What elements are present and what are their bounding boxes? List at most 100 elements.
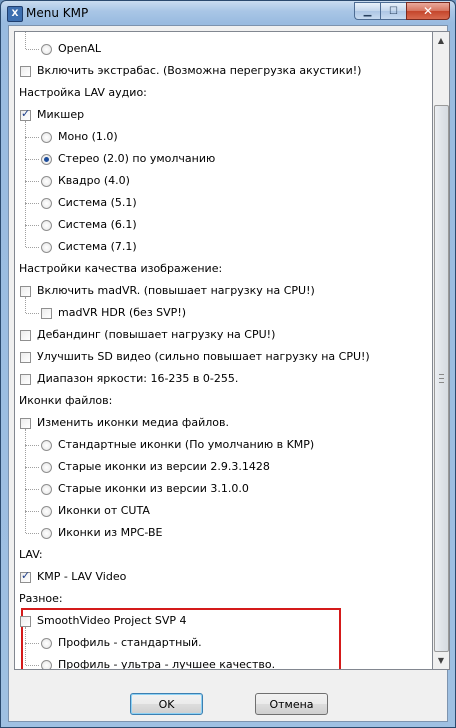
radio-button-icon[interactable] [41,461,52,473]
checkbox-icon[interactable] [20,107,31,121]
maximize-button[interactable]: ☐ [380,2,406,20]
scroll-up-arrow-icon[interactable]: ▲ [433,32,449,49]
checkbox-option[interactable]: Включить madVR. (повышает нагрузку на CP… [20,281,315,301]
cancel-button[interactable]: Отмена [255,693,328,715]
radio-button-icon[interactable] [41,43,52,55]
tree-connector-line [25,643,26,665]
scroll-down-arrow-icon[interactable]: ▼ [433,652,449,669]
checkbox-icon[interactable] [20,373,31,385]
radio-option[interactable]: Квадро (4.0) [41,171,130,191]
option-label: Система (7.1) [58,240,137,253]
checkbox-icon[interactable] [20,417,31,429]
option-label: madVR HDR (без SVP!) [58,306,187,319]
option-label: Включить экстрабас. (Возможна перегрузка… [37,64,362,77]
option-label: Иконки файлов: [19,394,113,407]
checkbox-icon[interactable] [20,285,31,297]
option-label: Включить madVR. (повышает нагрузку на CP… [37,284,315,297]
close-button[interactable]: ✕ [406,2,450,20]
option-label: Моно (1.0) [58,130,118,143]
tree-connector-line [25,32,26,49]
radio-option[interactable]: Старые иконки из версии 3.1.0.0 [41,479,249,499]
tree-connector-line [26,665,39,666]
close-icon: ✕ [422,4,434,18]
option-label: Профиль - стандартный. [58,636,202,649]
group-heading: Настройка LAV аудио: [19,83,147,103]
radio-option[interactable]: Иконки от CUTA [41,501,150,521]
tree-connector-line [25,467,26,489]
checkbox-option[interactable]: Включить экстрабас. (Возможна перегрузка… [20,61,361,81]
radio-button-icon[interactable] [41,175,52,187]
option-label: Дебандинг (повышает нагрузку на CPU!) [37,328,276,341]
checkbox-option[interactable]: Изменить иконки медиа файлов. [20,413,229,433]
kmp-menu-window: X Menu KMP ▁ ☐ ✕ OpenAL Включить экстраба… [0,0,456,728]
checkbox-option[interactable]: Диапазон яркости: 16-235 в 0-255. [20,369,238,389]
radio-option[interactable]: Старые иконки из версии 2.9.3.1428 [41,457,270,477]
radio-button-icon[interactable] [41,505,52,517]
options-tree-panel: OpenAL Включить экстрабас. (Возможна пере… [14,31,433,670]
group-heading: LAV: [19,545,43,565]
tree-connector-line [25,203,26,225]
option-label: Система (6.1) [58,218,137,231]
ok-button[interactable]: OK [130,693,203,715]
group-heading: Иконки файлов: [19,391,112,411]
minimize-button[interactable]: ▁ [354,2,380,20]
checkbox-icon[interactable] [20,351,31,363]
radio-button-icon[interactable] [41,439,52,451]
tree-connector-line [26,489,39,490]
checkbox-option[interactable]: Дебандинг (повышает нагрузку на CPU!) [20,325,275,345]
tree-connector-line [26,181,39,182]
option-label: Стерео (2.0) по умолчанию [58,152,216,165]
radio-button-icon[interactable] [41,483,52,495]
tree-connector-line [26,49,39,50]
option-label: Диапазон яркости: 16-235 в 0-255. [37,372,239,385]
checkbox-option[interactable]: madVR HDR (без SVP!) [41,303,186,323]
radio-button-icon[interactable] [41,153,52,165]
option-label: Старые иконки из версии 2.9.3.1428 [58,460,270,473]
checkbox-option[interactable]: Улучшить SD видео (сильно повышает нагру… [20,347,370,367]
radio-option[interactable]: Система (6.1) [41,215,137,235]
radio-button-icon[interactable] [41,131,52,143]
checkbox-icon[interactable] [20,569,31,583]
radio-button-icon[interactable] [41,219,52,231]
minimize-icon: ▁ [363,5,372,17]
radio-button-icon[interactable] [41,241,52,253]
checkbox-icon[interactable] [41,307,52,319]
option-label: Улучшить SD видео (сильно повышает нагру… [37,350,370,363]
checkbox-option[interactable]: KMP - LAV Video [20,567,126,587]
radio-button-icon[interactable] [41,659,52,669]
tree-connector-line [26,467,39,468]
radio-option[interactable]: Система (7.1) [41,237,137,257]
tree-connector-line [25,137,26,159]
radio-button-icon[interactable] [41,527,52,539]
checkbox-option[interactable]: Микшер [20,105,84,125]
option-label: Настройки качества изображение: [19,262,223,275]
tree-connector-line [26,511,39,512]
tree-connector-line [26,445,39,446]
checkbox-icon[interactable] [20,615,31,627]
tree-connector-line [25,225,26,247]
checkbox-icon[interactable] [20,329,31,341]
radio-button-icon[interactable] [41,637,52,649]
radio-option[interactable]: OpenAL [41,39,101,59]
tree-connector-line [26,247,39,248]
tree-connector-line [25,511,26,533]
tree-connector-line [26,313,39,314]
radio-option[interactable]: Моно (1.0) [41,127,118,147]
radio-option[interactable]: Профиль - стандартный. [41,633,202,653]
option-label: Старые иконки из версии 3.1.0.0 [58,482,249,495]
vertical-scrollbar[interactable]: ▲ ▼ [433,31,450,670]
radio-option[interactable]: Стерео (2.0) по умолчанию [41,149,215,169]
checkbox-option[interactable]: SmoothVideo Project SVP 4 [20,611,187,631]
radio-option[interactable]: Профиль - ультра - лучшее качество. [41,655,275,669]
radio-option[interactable]: Система (5.1) [41,193,137,213]
radio-option[interactable]: Иконки из MPC-BE [41,523,162,543]
scrollbar-thumb[interactable] [434,105,449,652]
radio-button-icon[interactable] [41,197,52,209]
tree-connector-line [25,445,26,467]
option-label: Изменить иконки медиа файлов. [37,416,229,429]
caption-buttons: ▁ ☐ ✕ [354,2,450,21]
title-bar[interactable]: X Menu KMP ▁ ☐ ✕ [1,1,455,25]
radio-option[interactable]: Стандартные иконки (По умолчанию в KMP) [41,435,314,455]
group-heading: Разное: [19,589,63,609]
checkbox-icon[interactable] [20,65,31,77]
